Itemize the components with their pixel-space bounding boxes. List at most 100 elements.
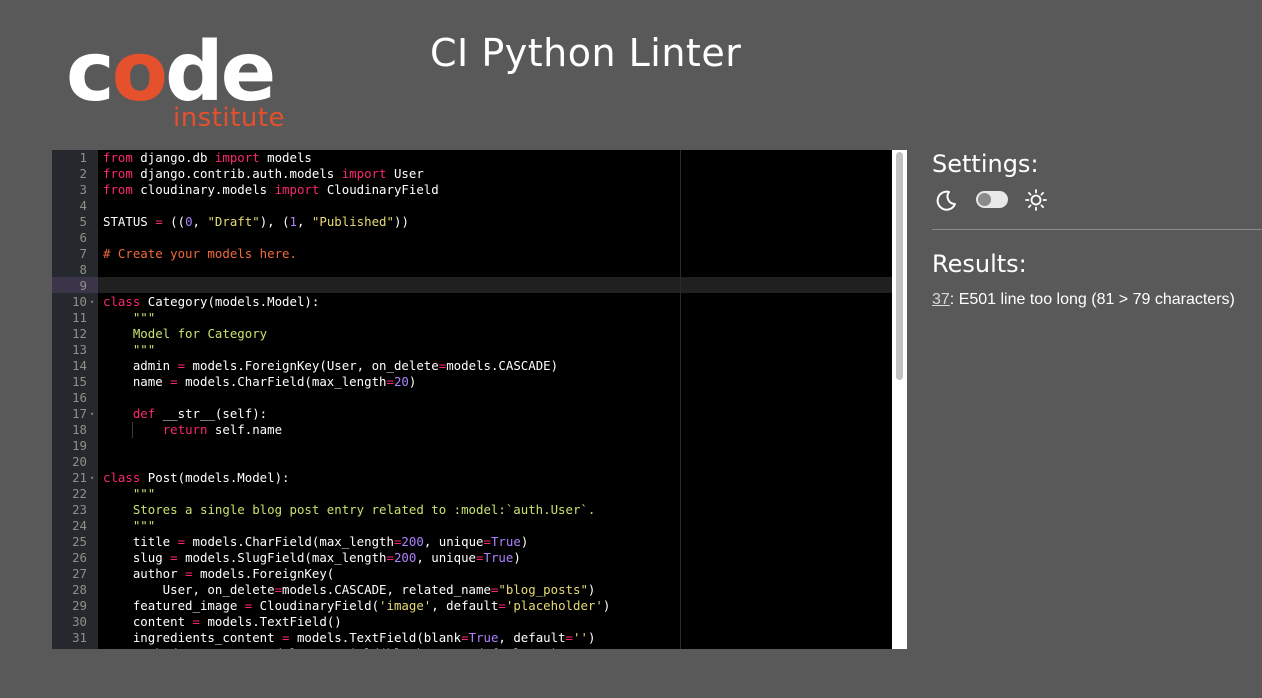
page-title: CI Python Linter [430, 31, 742, 75]
line-number: 16 [72, 390, 87, 405]
code-line[interactable]: 21 ▾ class Post(models.Model): [52, 470, 892, 486]
results-heading: Results: [932, 250, 1027, 278]
code-text: """ [132, 518, 156, 533]
code-line[interactable]: 2 from django.contrib.auth.models import … [52, 166, 892, 182]
line-number: 30 [72, 614, 87, 629]
code-text: from django.db import models [103, 150, 312, 165]
code-line[interactable]: 31 ingredients_content = models.TextFiel… [52, 630, 892, 646]
moon-icon [936, 190, 956, 211]
line-number: 14 [72, 358, 87, 373]
code-line[interactable]: 11 """ [52, 310, 892, 326]
code-line[interactable]: 22 """ [52, 486, 892, 502]
settings-divider [932, 229, 1262, 230]
code-line[interactable]: 3 from cloudinary.models import Cloudinar… [52, 182, 892, 198]
line-number: 27 [72, 566, 87, 581]
line-number: 28 [72, 582, 87, 597]
code-line[interactable]: 8 [52, 262, 892, 278]
code-line[interactable]: 12 Model for Category [52, 326, 892, 342]
code-institute-logo: code institute [66, 30, 291, 134]
page: code institute CI Python Linter 1 from dj… [0, 0, 1262, 698]
line-number: 17 [72, 406, 87, 421]
code-text: author = models.ForeignKey( [103, 566, 335, 581]
fold-arrow-icon[interactable]: ▾ [90, 470, 98, 486]
code-text: class Post(models.Model): [103, 470, 290, 485]
code-text: STATUS = ((0, "Draft"), (1, "Published")… [103, 214, 409, 229]
code-text: slug = models.SlugField(max_length=200, … [103, 550, 521, 565]
line-number: 32 [52, 646, 87, 649]
editor-scrollbar-thumb[interactable] [896, 152, 903, 380]
code-line[interactable]: 25 title = models.CharField(max_length=2… [52, 534, 892, 550]
line-number: 3 [79, 182, 87, 197]
code-text: featured_image = CloudinaryField('image'… [103, 598, 611, 613]
code-line[interactable]: 30 content = models.TextField() [52, 614, 892, 630]
line-number: 31 [72, 630, 87, 645]
theme-toggle-knob [978, 193, 991, 206]
code-text: method_content = models.TextField(blank=… [103, 646, 558, 649]
code-line[interactable]: 19 [52, 438, 892, 454]
code-line[interactable]: 27 author = models.ForeignKey( [52, 566, 892, 582]
code-text: Stores a single blog post entry related … [132, 502, 596, 517]
code-line[interactable]: 26 slug = models.SlugField(max_length=20… [52, 550, 892, 566]
theme-switcher [932, 186, 1052, 214]
line-number: 22 [72, 486, 87, 501]
line-number: 9 [79, 278, 87, 293]
code-line[interactable]: 16 [52, 390, 892, 406]
line-number: 13 [72, 342, 87, 357]
sun-icon [1025, 189, 1047, 211]
result-message: : E501 line too long (81 > 79 characters… [949, 291, 1235, 308]
settings-heading: Settings: [932, 150, 1039, 178]
line-number: 8 [79, 262, 87, 277]
code-text: ingredients_content = models.TextField(b… [103, 630, 596, 645]
code-line[interactable]: 14 admin = models.ForeignKey(User, on_de… [52, 358, 892, 374]
result-line-link[interactable]: 37 [932, 291, 950, 308]
code-line[interactable]: 13 """ [52, 342, 892, 358]
result-item: 37: E501 line too long (81 > 79 characte… [932, 290, 1235, 310]
code-editor[interactable]: 1 from django.db import models 2 from djang… [52, 150, 907, 649]
code-text: from cloudinary.models import Cloudinary… [103, 182, 439, 197]
line-number: 24 [72, 518, 87, 533]
editor-scrollbar[interactable] [892, 150, 907, 649]
code-line[interactable]: 23 Stores a single blog post entry relat… [52, 502, 892, 518]
line-number: 2 [79, 166, 87, 181]
line-number: 7 [79, 246, 87, 261]
code-line[interactable]: 9 [52, 278, 892, 294]
code-line[interactable]: 18 return self.name [52, 422, 892, 438]
line-number: 5 [79, 214, 87, 229]
code-line[interactable]: 17 ▾ def __str__(self): [52, 406, 892, 422]
code-line[interactable]: 7 # Create your models here. [52, 246, 892, 262]
code-text: name = models.CharField(max_length=20) [103, 374, 417, 389]
code-line[interactable]: 5 STATUS = ((0, "Draft"), (1, "Published"… [52, 214, 892, 230]
code-line[interactable]: 4 [52, 198, 892, 214]
code-line[interactable]: 28 User, on_delete=models.CASCADE, relat… [52, 582, 892, 598]
code-text: """ [132, 342, 156, 357]
code-text: User, on_delete=models.CASCADE, related_… [103, 582, 596, 597]
line-number: 15 [72, 374, 87, 389]
fold-arrow-icon[interactable]: ▾ [90, 294, 98, 310]
code-line[interactable]: 24 """ [52, 518, 892, 534]
line-number: 6 [79, 230, 87, 245]
theme-toggle[interactable] [976, 191, 1008, 208]
code-text: def __str__(self): [132, 406, 268, 421]
code-line[interactable]: 15 name = models.CharField(max_length=20… [52, 374, 892, 390]
code-line[interactable]: 10 ▾ class Category(models.Model): [52, 294, 892, 310]
code-text: content = models.TextField() [103, 614, 342, 629]
fold-arrow-icon[interactable]: ▾ [90, 406, 98, 422]
line-number: 29 [72, 598, 87, 613]
code-line[interactable]: 1 from django.db import models [52, 150, 892, 166]
line-number: 4 [79, 198, 87, 213]
code-line[interactable]: 32 method_content = models.TextField(bla… [52, 646, 892, 649]
code-text: # Create your models here. [103, 246, 297, 261]
line-number: 12 [72, 326, 87, 341]
code-line[interactable]: 29 featured_image = CloudinaryField('ima… [52, 598, 892, 614]
code-text: """ [132, 310, 156, 325]
line-number: 26 [72, 550, 87, 565]
code-text: admin = models.ForeignKey(User, on_delet… [103, 358, 559, 373]
code-text: class Category(models.Model): [103, 294, 320, 309]
code-text: Model for Category [132, 326, 268, 341]
editor-lines[interactable]: 1 from django.db import models 2 from djang… [52, 150, 892, 649]
line-number: 21 [72, 470, 87, 485]
line-number: 20 [72, 454, 87, 469]
code-line[interactable]: 6 [52, 230, 892, 246]
line-number: 10 [72, 294, 87, 309]
code-line[interactable]: 20 [52, 454, 892, 470]
